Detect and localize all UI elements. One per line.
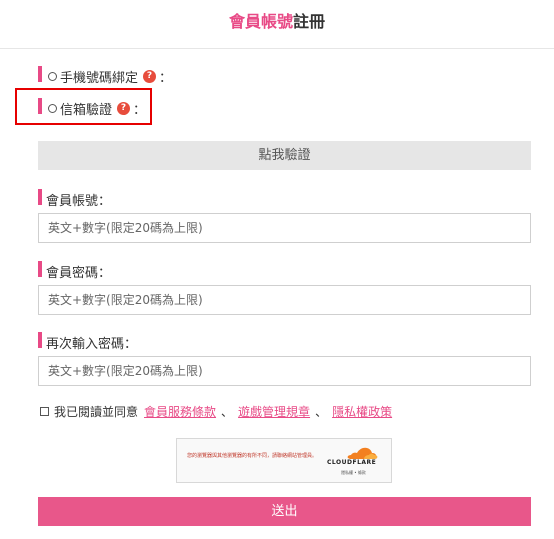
page-header: 會員帳號註冊 bbox=[0, 0, 554, 49]
terms-of-service-link[interactable]: 會員服務條款 bbox=[144, 403, 216, 420]
radio-button[interactable] bbox=[48, 72, 57, 81]
agree-text: 我已閱讀並同意 bbox=[54, 405, 139, 419]
agree-checkbox[interactable] bbox=[40, 407, 49, 416]
section-marker bbox=[38, 261, 42, 277]
privacy-policy-link[interactable]: 隱私權政策 bbox=[332, 403, 392, 420]
section-marker bbox=[38, 189, 42, 205]
agreement-row: 我已閱讀並同意 會員服務條款 、 遊戲管理規章 、 隱私權政策 bbox=[40, 403, 392, 420]
section-marker bbox=[38, 332, 42, 348]
phone-binding-label: 手機號碼綁定 bbox=[60, 71, 139, 86]
account-input[interactable]: 英文+數字(限定20碼為上限) bbox=[38, 213, 531, 243]
cloud-icon bbox=[347, 447, 378, 459]
highlight-box bbox=[15, 88, 152, 125]
section-marker bbox=[38, 66, 42, 82]
game-rules-link[interactable]: 遊戲管理規章 bbox=[238, 403, 310, 420]
cloudflare-logo-text: CLOUDFLARE bbox=[327, 459, 377, 466]
help-icon[interactable]: ? bbox=[143, 70, 157, 83]
captcha-message: 您的瀏覽器與其他瀏覽器的有所不同，請聯絡網站管理員。 bbox=[187, 453, 318, 459]
verify-button[interactable]: 點我驗證 bbox=[38, 141, 531, 170]
account-label: 會員帳號： bbox=[46, 194, 112, 209]
option-colon: ： bbox=[159, 71, 173, 86]
phone-binding-option[interactable]: 手機號碼綁定 ? ： bbox=[48, 67, 172, 86]
confirm-password-input[interactable]: 英文+數字(限定20碼為上限) bbox=[38, 356, 531, 386]
confirm-password-label: 再次輸入密碼： bbox=[46, 337, 138, 352]
cloudflare-captcha-widget[interactable]: 您的瀏覽器與其他瀏覽器的有所不同，請聯絡網站管理員。 CLOUDFLARE 隱私… bbox=[176, 438, 392, 483]
submit-button[interactable]: 送出 bbox=[38, 497, 531, 526]
separator: 、 bbox=[221, 405, 234, 419]
password-input[interactable]: 英文+數字(限定20碼為上限) bbox=[38, 285, 531, 315]
page-title-accent: 會員帳號 bbox=[228, 12, 293, 31]
page-title: 註冊 bbox=[293, 12, 326, 31]
password-label: 會員密碼： bbox=[46, 266, 112, 281]
separator: 、 bbox=[315, 405, 328, 419]
captcha-links[interactable]: 隱私權 • 條款 bbox=[341, 470, 366, 476]
